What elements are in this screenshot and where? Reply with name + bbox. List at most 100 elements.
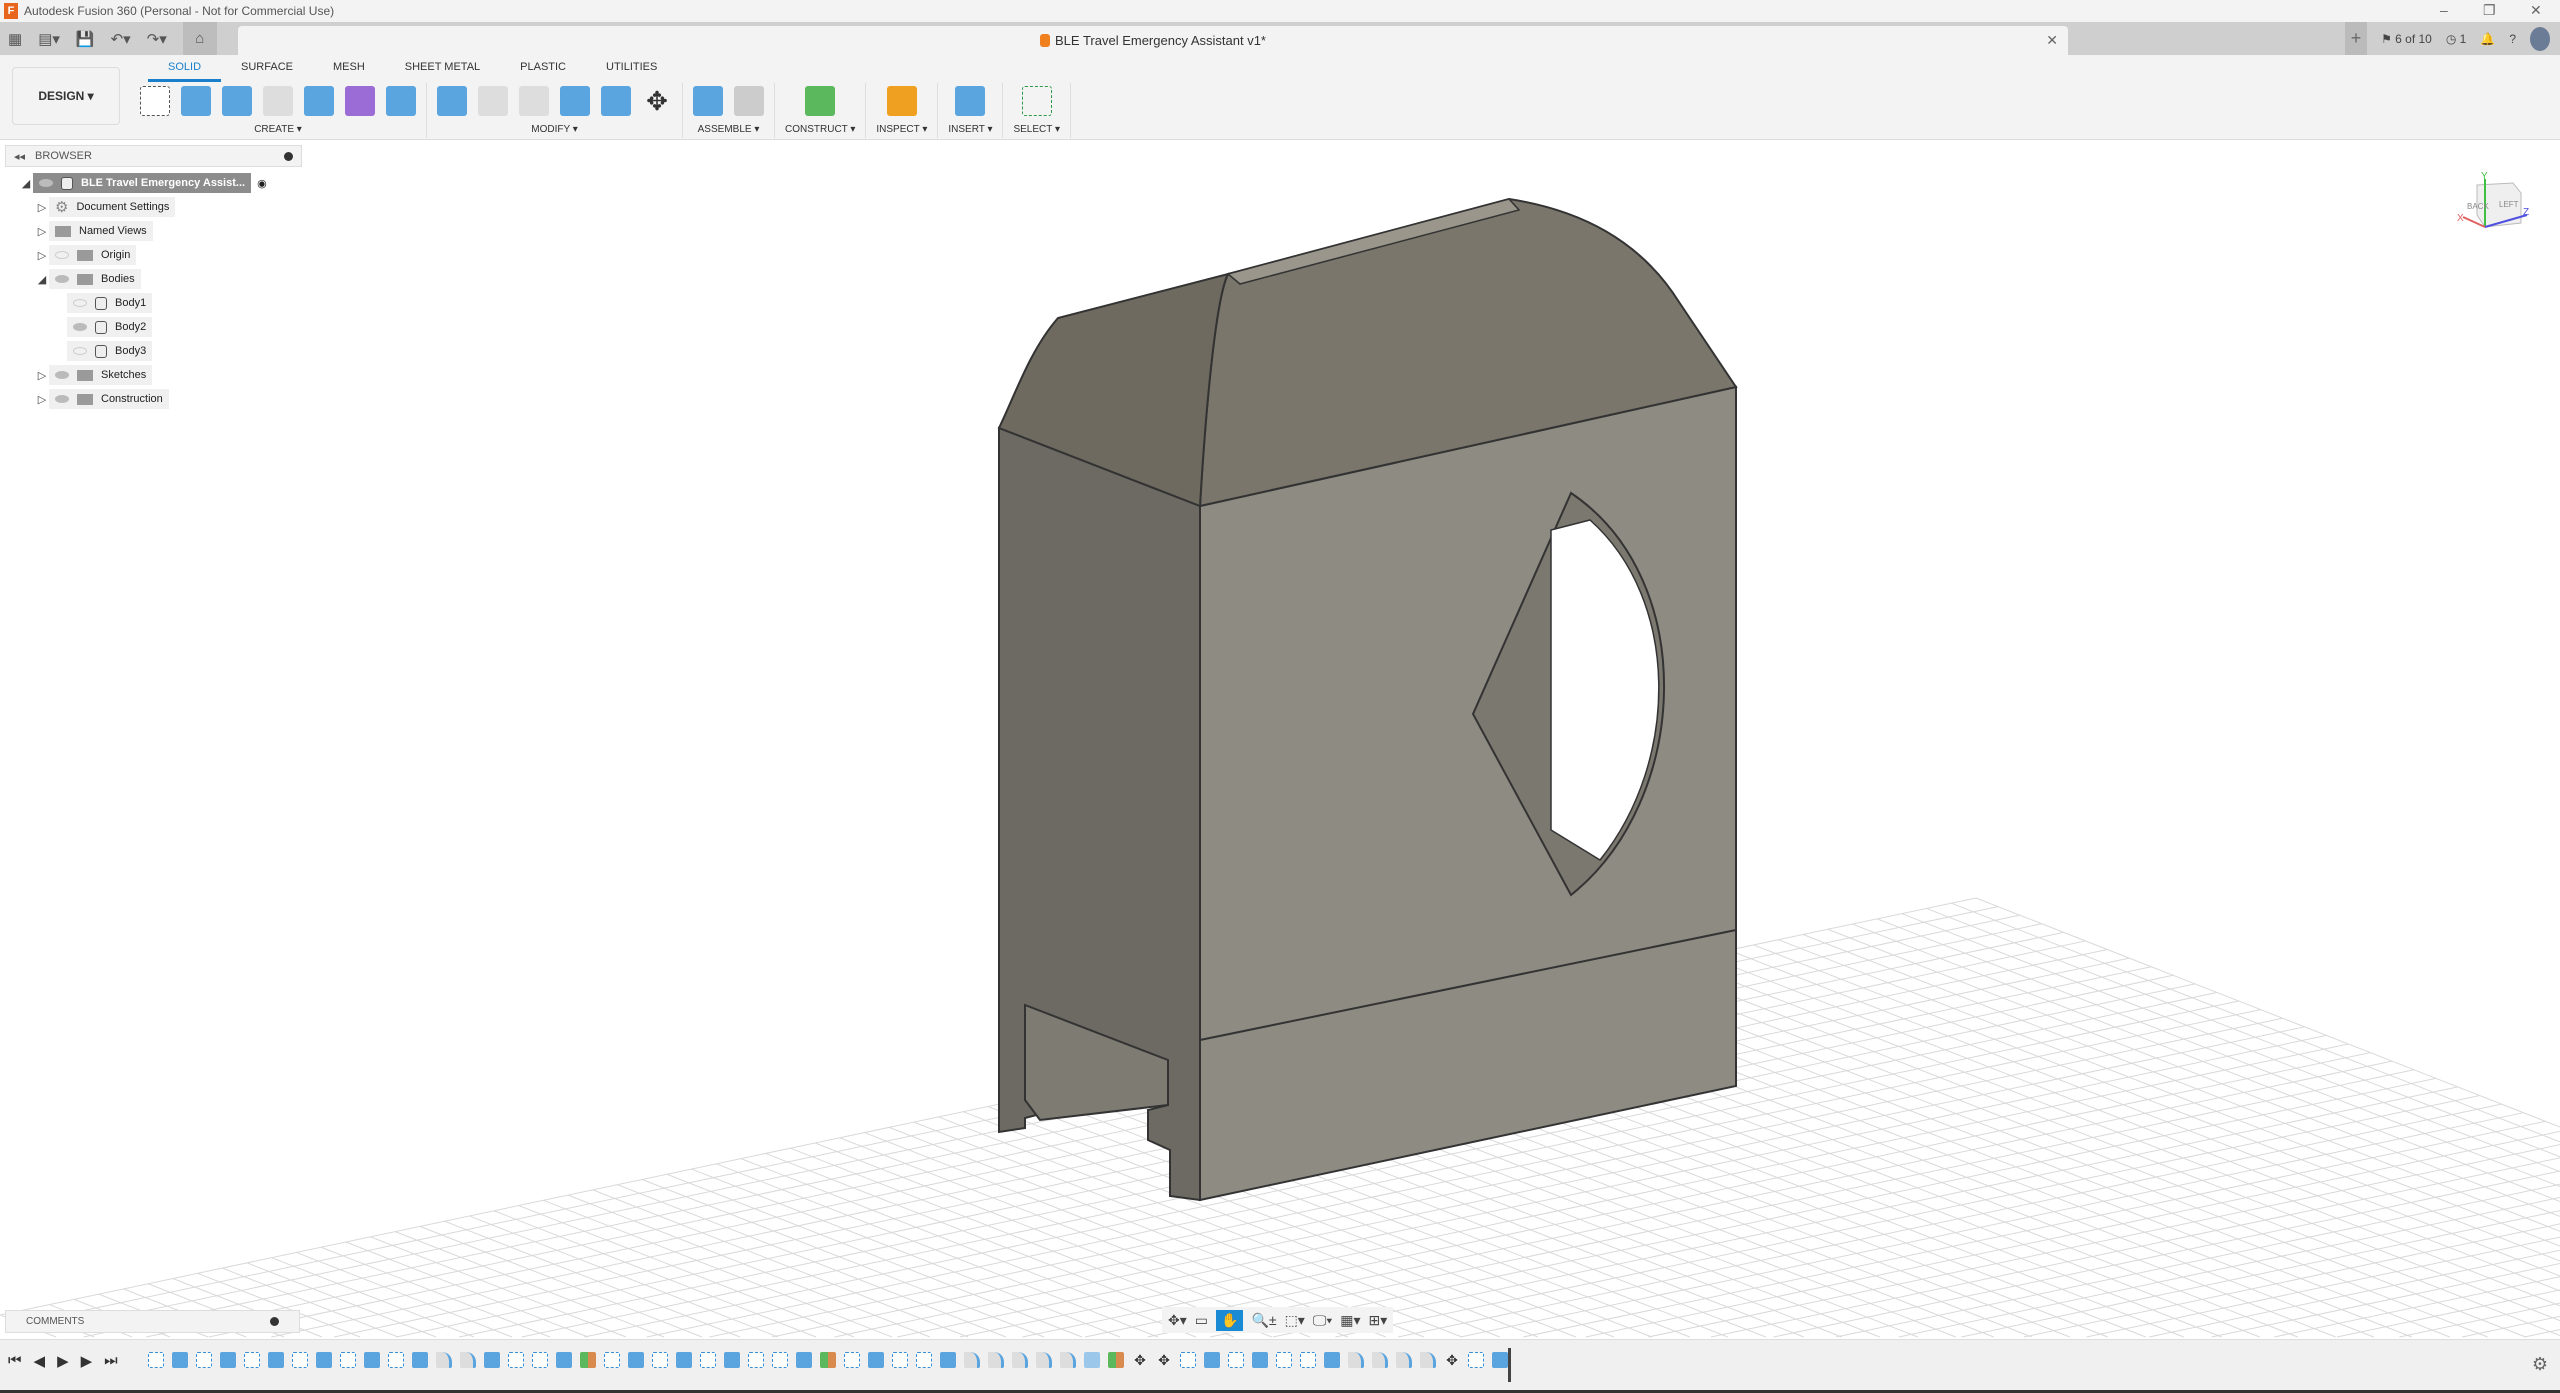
tab-surface[interactable]: SURFACE: [221, 61, 313, 82]
bell-icon[interactable]: 🔔: [2480, 32, 2495, 46]
toolbar-group-label[interactable]: CONSTRUCT ▾: [785, 124, 855, 135]
timeline-fillet-icon[interactable]: [988, 1352, 1004, 1368]
timeline-sketch-icon[interactable]: [844, 1352, 860, 1368]
extrude-icon[interactable]: [181, 86, 211, 116]
workspace-switcher[interactable]: DESIGN ▾: [12, 67, 120, 125]
timeline-sketch-icon[interactable]: [916, 1352, 932, 1368]
timeline-plane-icon[interactable]: [820, 1352, 836, 1368]
add-comment-icon[interactable]: [270, 1317, 279, 1326]
browser-item-label[interactable]: Body1: [67, 293, 153, 313]
browser-item-label[interactable]: Sketches: [49, 365, 153, 385]
timeline-extrude-icon[interactable]: [628, 1352, 644, 1368]
timeline-extrude-icon[interactable]: [796, 1352, 812, 1368]
timeline-plane-icon[interactable]: [580, 1352, 596, 1368]
timeline-extrude-icon[interactable]: [940, 1352, 956, 1368]
timeline-fillet-icon[interactable]: [436, 1352, 452, 1368]
toolbar-group-label[interactable]: INSERT ▾: [948, 124, 992, 135]
browser-item[interactable]: ▷ Origin: [35, 243, 302, 267]
timeline-extrude-icon[interactable]: [1204, 1352, 1220, 1368]
timeline-sketch-icon[interactable]: [292, 1352, 308, 1368]
timeline-sketch-icon[interactable]: [532, 1352, 548, 1368]
visibility-icon[interactable]: [55, 395, 69, 403]
browser-item[interactable]: Body2: [53, 315, 302, 339]
timeline-fillet-icon[interactable]: [460, 1352, 476, 1368]
clock-icon[interactable]: ◷ 1: [2446, 32, 2467, 46]
save-icon[interactable]: 💾: [76, 30, 95, 48]
browser-item[interactable]: ▷ ⚙ Document Settings: [35, 195, 302, 219]
timeline-extrude-icon[interactable]: [268, 1352, 284, 1368]
joint-icon[interactable]: [734, 86, 764, 116]
timeline-extrude-icon[interactable]: [1324, 1352, 1340, 1368]
insert-image-icon[interactable]: [955, 86, 986, 116]
timeline-sketch-icon[interactable]: [1180, 1352, 1196, 1368]
browser-item-label[interactable]: ⚙ Document Settings: [49, 197, 176, 217]
document-tab[interactable]: BLE Travel Emergency Assistant v1* ✕: [238, 26, 2068, 55]
grid-settings-icon[interactable]: ▦▾: [1340, 1312, 1360, 1329]
timeline-fillet-icon[interactable]: [1396, 1352, 1412, 1368]
timeline-extrude-icon[interactable]: [316, 1352, 332, 1368]
create-form-icon[interactable]: [345, 86, 375, 116]
new-component-icon[interactable]: [693, 86, 723, 116]
timeline-extrude-icon[interactable]: [412, 1352, 428, 1368]
timeline-sketch-icon[interactable]: [340, 1352, 356, 1368]
close-tab-icon[interactable]: ✕: [2046, 32, 2058, 49]
timeline-extrude-icon[interactable]: [364, 1352, 380, 1368]
timeline-extrude-icon[interactable]: [1252, 1352, 1268, 1368]
shell-icon[interactable]: [519, 86, 549, 116]
home-icon[interactable]: ⌂: [182, 22, 217, 55]
browser-item-label[interactable]: Bodies: [49, 269, 141, 289]
expand-icon[interactable]: ◢: [35, 273, 49, 286]
timeline-sketch-icon[interactable]: [508, 1352, 524, 1368]
browser-item-label[interactable]: Construction: [49, 389, 169, 409]
visibility-icon[interactable]: [55, 275, 69, 283]
timeline-fillet-icon[interactable]: [1036, 1352, 1052, 1368]
collapse-browser-icon[interactable]: ◂◂: [14, 150, 25, 163]
timeline-sketch-icon[interactable]: [244, 1352, 260, 1368]
timeline-fillet-icon[interactable]: [1348, 1352, 1364, 1368]
timeline-sketch-icon[interactable]: [604, 1352, 620, 1368]
step-forward-icon[interactable]: ▶: [81, 1352, 93, 1370]
expand-icon[interactable]: ▷: [35, 369, 49, 382]
close-window-button[interactable]: ✕: [2530, 2, 2542, 19]
toolbar-group-label[interactable]: ASSEMBLE ▾: [698, 124, 760, 135]
visibility-icon[interactable]: [73, 323, 87, 331]
timeline-move-icon[interactable]: ✥: [1444, 1352, 1460, 1368]
timeline-extrude-icon[interactable]: [1492, 1352, 1508, 1368]
toolbar-group-label[interactable]: INSPECT ▾: [876, 124, 927, 135]
browser-item-label[interactable]: Origin: [49, 245, 137, 265]
expand-icon[interactable]: ▷: [35, 249, 49, 262]
visibility-icon[interactable]: [55, 371, 69, 379]
expand-icon[interactable]: ▷: [35, 393, 49, 406]
expand-icon[interactable]: ▷: [35, 225, 49, 238]
data-panel-grid-icon[interactable]: ▦: [8, 30, 22, 48]
3d-viewport[interactable]: BACK LEFT X Y Z: [0, 141, 2560, 1339]
browser-item[interactable]: Body3: [53, 339, 302, 363]
orbit-icon[interactable]: ✥▾: [1168, 1312, 1187, 1329]
fit-icon[interactable]: ⬚▾: [1285, 1312, 1305, 1329]
browser-item[interactable]: Body1: [53, 291, 302, 315]
browser-item-label[interactable]: Body3: [67, 341, 153, 361]
expand-icon[interactable]: ▷: [35, 201, 49, 214]
timeline-sketch-icon[interactable]: [652, 1352, 668, 1368]
look-at-icon[interactable]: ▭: [1195, 1312, 1208, 1329]
toolbar-group-label[interactable]: MODIFY ▾: [531, 124, 578, 135]
browser-item[interactable]: ▷ Sketches: [35, 363, 302, 387]
display-settings-icon[interactable]: 🖵▾: [1313, 1312, 1332, 1329]
press-pull-icon[interactable]: [437, 86, 467, 116]
visibility-icon[interactable]: [73, 347, 87, 355]
visibility-icon[interactable]: [73, 299, 87, 307]
undo-icon[interactable]: ↶▾: [111, 30, 131, 48]
zoom-icon[interactable]: 🔍±: [1251, 1312, 1276, 1329]
browser-item-label[interactable]: Body2: [67, 317, 153, 337]
model-body2[interactable]: [997, 197, 1738, 1202]
hole-icon[interactable]: [263, 86, 293, 116]
timeline-sketch-icon[interactable]: [1468, 1352, 1484, 1368]
step-back-icon[interactable]: ◀: [34, 1352, 46, 1370]
new-sketch-icon[interactable]: [140, 86, 170, 116]
expand-icon[interactable]: ◢: [19, 177, 33, 190]
timeline-sketch-icon[interactable]: [1276, 1352, 1292, 1368]
timeline-sketch-icon[interactable]: [148, 1352, 164, 1368]
play-icon[interactable]: ▶: [57, 1352, 69, 1370]
browser-root-label[interactable]: BLE Travel Emergency Assist...: [33, 173, 252, 193]
timeline-sketch-icon[interactable]: [1300, 1352, 1316, 1368]
